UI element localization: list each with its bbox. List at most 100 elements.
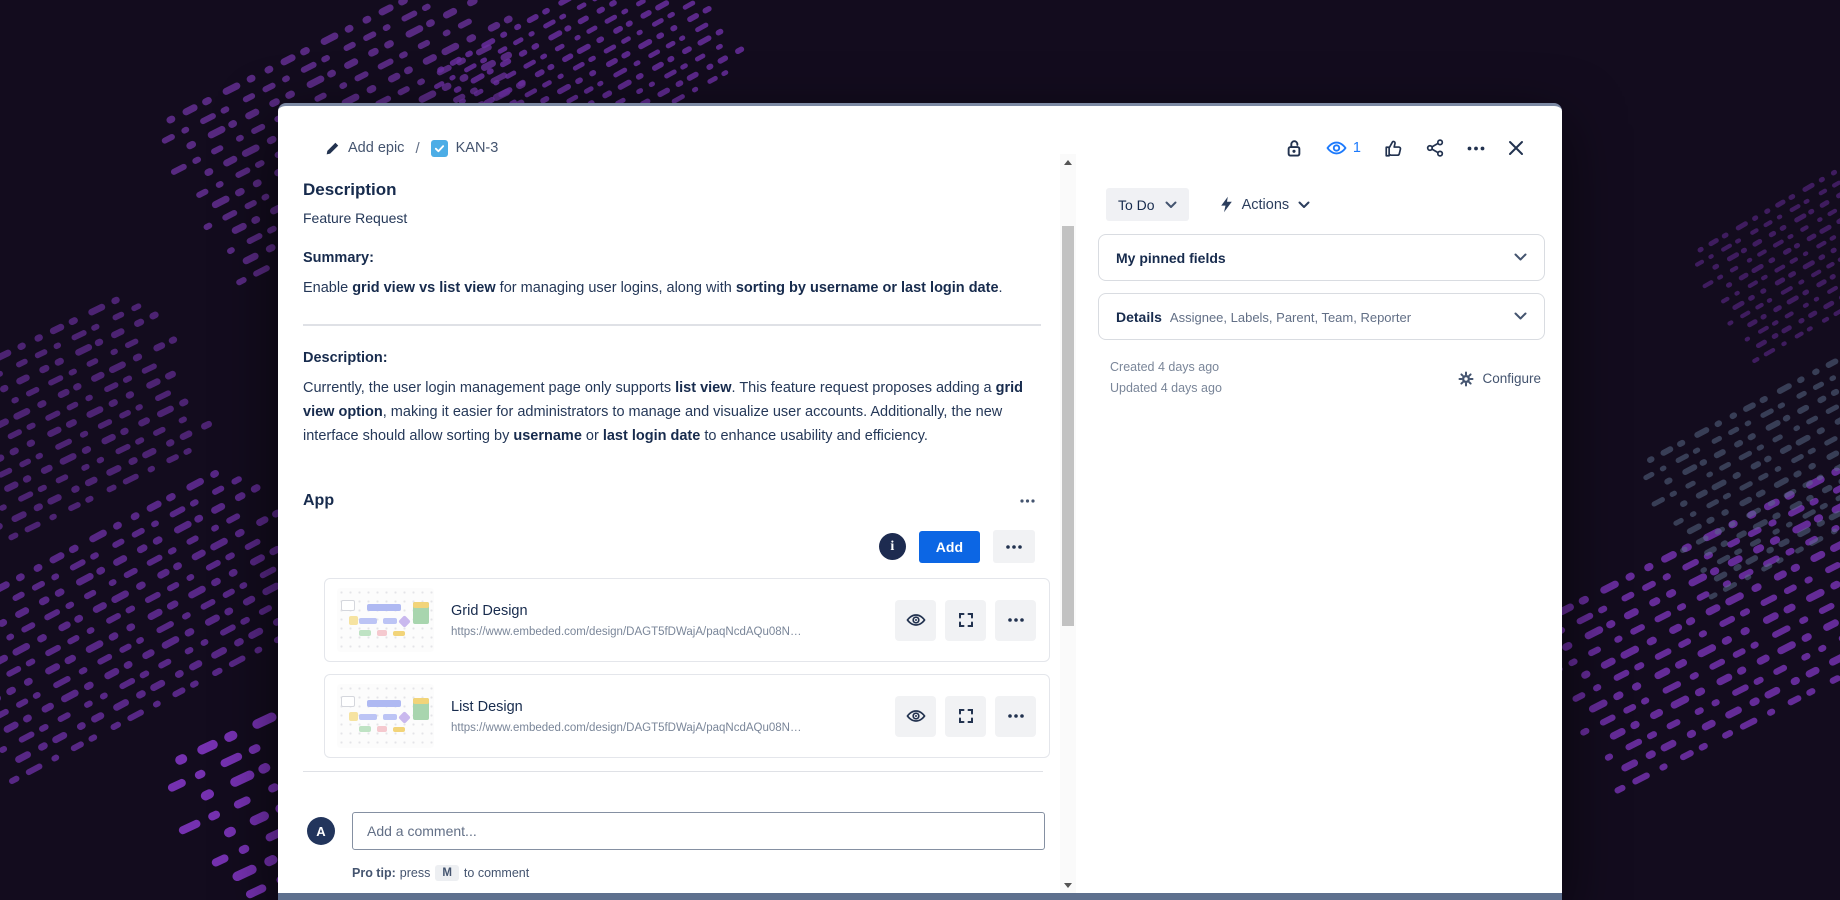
description-text: Currently, the user login management pag… [303,380,675,396]
details-fields-summary: Assignee, Labels, Parent, Team, Reporter [1170,310,1411,325]
preview-eye-button[interactable] [895,600,936,641]
scrollbar-down-arrow[interactable] [1060,877,1076,893]
attachment-more-button[interactable] [995,600,1036,641]
description-bold: list view [675,380,731,396]
actions-dropdown[interactable]: Actions [1220,196,1311,213]
attachment-title: List Design [451,699,895,715]
status-dropdown[interactable]: To Do [1106,188,1189,221]
keyboard-key-badge: M [435,865,459,881]
gear-icon [1458,371,1474,387]
expand-fullscreen-button[interactable] [945,696,986,737]
attachment-thumbnail [337,588,434,652]
issue-key-link[interactable]: KAN-3 [431,140,499,157]
comment-protip: Pro tip: press M to comment [352,865,1053,881]
attachment-actions [895,600,1036,641]
status-label: To Do [1118,197,1155,213]
add-epic-button[interactable]: Add epic [325,140,404,156]
toolbar: 1 [1285,139,1524,158]
status-row: To Do Actions [1106,188,1545,221]
add-epic-label: Add epic [348,140,404,156]
attachment-url: https://www.embeded.com/design/DAGT5fDWa… [451,722,806,734]
configure-button[interactable]: Configure [1458,358,1541,399]
issue-dates: Created 4 days ago Updated 4 days ago [1110,357,1222,399]
comment-composer: A [303,812,1053,850]
preview-eye-button[interactable] [895,696,936,737]
description-text: to enhance usability and efficiency. [700,428,928,444]
watchers-eye-icon [1326,140,1347,156]
pinned-fields-label: My pinned fields [1116,250,1226,266]
info-icon[interactable]: i [879,533,906,560]
scrollbar-thumb[interactable] [1062,226,1074,626]
description-heading: Description: [303,350,1053,366]
protip-press: press [400,866,431,880]
watch-count: 1 [1353,140,1361,156]
expand-fullscreen-button[interactable] [945,600,986,641]
attachment-card-list-design[interactable]: List Design https://www.embeded.com/desi… [324,674,1050,758]
content-scrollbar[interactable] [1060,154,1076,893]
attachment-actions [895,696,1036,737]
close-icon[interactable] [1508,140,1524,156]
pencil-icon [325,141,340,156]
issue-key-label: KAN-3 [456,140,499,156]
share-icon[interactable] [1426,139,1444,157]
summary-heading: Summary: [303,250,1053,266]
attachment-url: https://www.embeded.com/design/DAGT5fDWa… [451,626,806,638]
attachment-card-text: List Design https://www.embeded.com/desi… [451,699,895,734]
description-bold: last login date [603,428,701,444]
summary-text: . [999,280,1003,296]
app-more-icon[interactable] [1020,499,1035,503]
description-paragraph: Currently, the user login management pag… [303,376,1043,448]
watchers-control[interactable]: 1 [1326,140,1361,156]
details-panel-text: Details Assignee, Labels, Parent, Team, … [1116,309,1411,325]
description-title: Description [303,180,1053,200]
attachment-card-grid-design[interactable]: Grid Design https://www.embeded.com/desi… [324,578,1050,662]
chevron-down-icon [1298,201,1310,209]
created-date: Created 4 days ago [1110,357,1222,378]
attachment-list: Grid Design https://www.embeded.com/desi… [324,578,1050,758]
attachment-title: Grid Design [451,603,895,619]
modal-header: Add epic / KAN-3 1 [325,134,1524,162]
details-panel[interactable]: Details Assignee, Labels, Parent, Team, … [1098,293,1545,340]
embed-controls: i Add [303,530,1035,563]
task-checkbox-icon [431,140,448,157]
issue-sidebar: To Do Actions My pinned fields [1098,188,1545,399]
issue-modal: Add epic / KAN-3 1 [278,103,1562,900]
chevron-down-icon [1514,253,1527,262]
breadcrumb: Add epic / KAN-3 [325,140,498,157]
attachment-card-text: Grid Design https://www.embeded.com/desi… [451,603,895,638]
updated-date: Updated 4 days ago [1110,378,1222,399]
embed-more-button[interactable] [993,530,1035,563]
summary-text: Enable [303,280,352,296]
like-icon[interactable] [1384,139,1403,158]
pinned-fields-panel[interactable]: My pinned fields [1098,234,1545,281]
add-button[interactable]: Add [919,531,980,563]
actions-label: Actions [1242,197,1290,213]
summary-bold: grid view vs list view [352,280,495,296]
attachment-more-button[interactable] [995,696,1036,737]
attachment-thumbnail [337,684,434,748]
user-avatar: A [307,817,335,845]
protip-suffix: to comment [464,866,529,880]
configure-label: Configure [1482,371,1541,386]
app-section-title: App [303,492,334,510]
issue-meta: Created 4 days ago Updated 4 days ago Co… [1098,357,1545,399]
breadcrumb-separator: / [415,140,419,157]
comment-input[interactable] [352,812,1045,850]
summary-text: for managing user logins, along with [496,280,736,296]
chevron-down-icon [1165,201,1177,209]
description-text: . This feature request proposes adding a [732,380,996,396]
summary-paragraph: Enable grid view vs list view for managi… [303,276,1043,300]
issue-subtitle: Feature Request [303,210,1053,226]
more-icon[interactable] [1467,146,1485,151]
issue-content: Description Feature Request Summary: Ena… [303,180,1053,881]
chevron-down-icon [1514,312,1527,321]
protip-label: Pro tip: [352,866,396,880]
unlock-icon[interactable] [1285,139,1303,158]
description-bold: username [513,428,582,444]
description-text: or [582,428,603,444]
modal-bottom-edge [278,893,1562,900]
lightning-bolt-icon [1220,196,1233,213]
scrollbar-up-arrow[interactable] [1060,154,1076,170]
summary-bold: sorting by username or last login date [736,280,999,296]
app-section-header: App [303,492,1035,510]
